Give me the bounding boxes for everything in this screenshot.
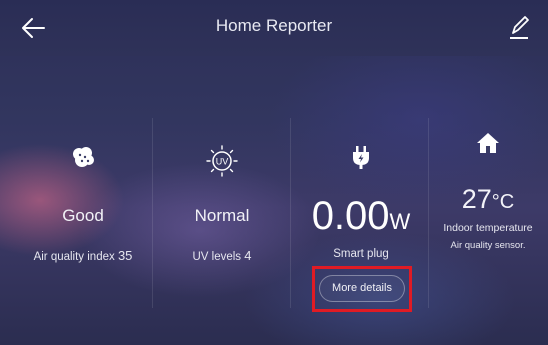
air-quality-status: Good	[62, 206, 104, 225]
uv-caption: UV levels 4	[192, 248, 252, 263]
temperature-card: 27°C Indoor temperature Air quality sens…	[428, 118, 548, 318]
smart-plug-caption: Smart plug	[333, 248, 389, 260]
temperature-source: Air quality sensor.	[450, 240, 526, 251]
air-quality-icon	[73, 147, 94, 167]
page-title: Home Reporter	[215, 16, 333, 35]
edit-pencil-icon[interactable]	[508, 14, 530, 40]
air-quality-caption: Air quality index 35	[33, 248, 133, 263]
uv-status: Normal	[194, 206, 250, 225]
power-reading: 0.00W	[311, 194, 411, 238]
app-header: Home Reporter	[0, 0, 548, 56]
plug-icon	[353, 146, 369, 169]
temperature-caption: Indoor temperature	[443, 222, 533, 234]
svg-text:UV: UV	[216, 157, 229, 167]
temperature-reading: 27°C	[461, 184, 515, 214]
highlight-box: More details	[312, 266, 412, 312]
home-reporter-screen: Home Reporter Good Air quality index 35 …	[0, 0, 548, 345]
uv-icon: UV	[206, 145, 238, 177]
home-icon	[477, 133, 499, 153]
more-details-button[interactable]: More details	[319, 275, 405, 302]
air-quality-card: Good Air quality index 35	[13, 118, 153, 318]
uv-card: UV Normal UV levels 4	[152, 118, 292, 318]
